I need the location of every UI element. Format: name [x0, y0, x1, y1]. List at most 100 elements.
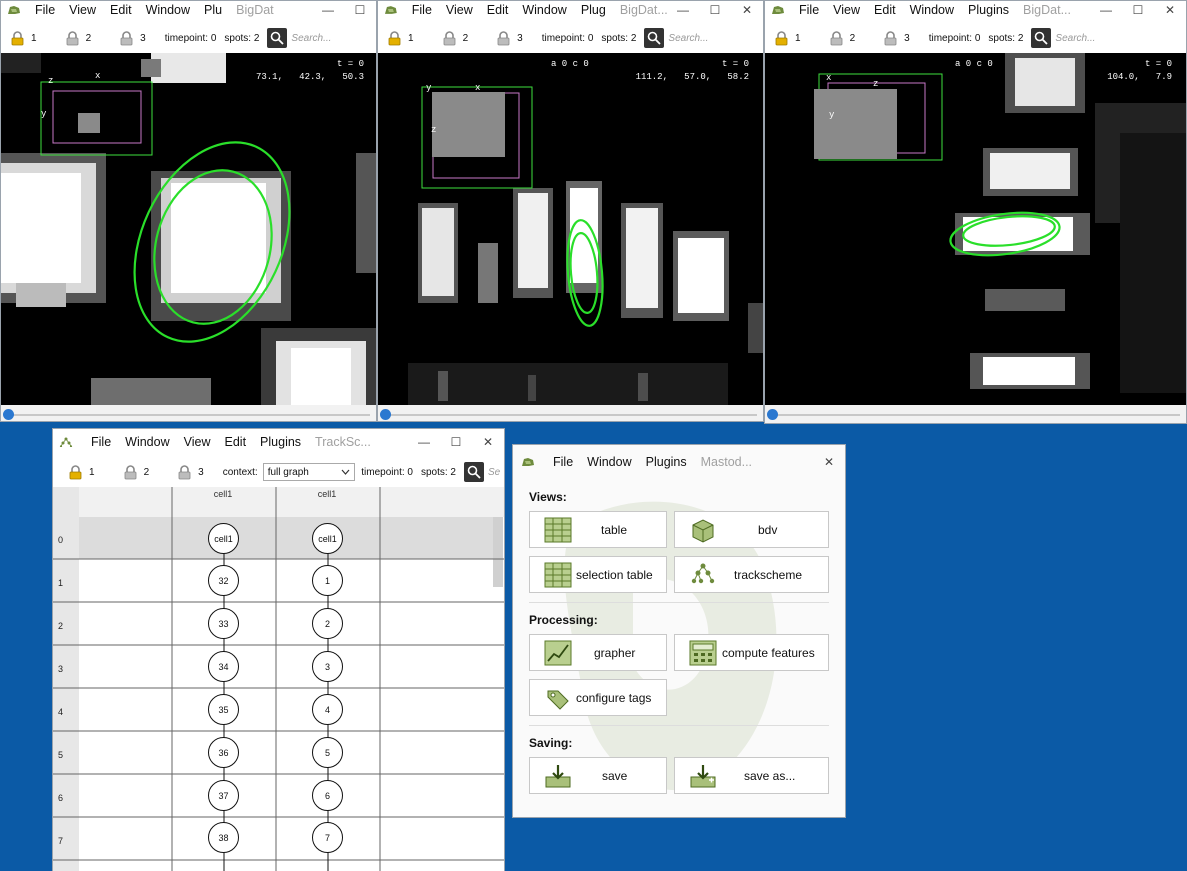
track-node[interactable]: 34 — [208, 651, 239, 682]
lock-1-button[interactable]: 1 — [10, 30, 37, 46]
lock-1-button[interactable]: 1 — [68, 464, 95, 480]
menu-edit[interactable]: Edit — [225, 435, 247, 449]
minimize-button[interactable]: — — [1090, 3, 1122, 17]
search-box[interactable] — [464, 462, 504, 482]
search-icon[interactable] — [464, 462, 484, 482]
menu-file[interactable]: File — [553, 455, 573, 469]
lock-1-button[interactable]: 1 — [774, 30, 801, 46]
menu-edit[interactable]: Edit — [874, 3, 896, 17]
lock-2-button[interactable]: 2 — [123, 464, 149, 480]
context-select[interactable]: full graph — [262, 463, 356, 481]
save-button[interactable]: save — [529, 757, 667, 794]
menu-file[interactable]: File — [799, 3, 819, 17]
save-button-label: save — [602, 769, 628, 783]
timepoint-label: timepoint: 0 — [164, 32, 217, 44]
minimize-button[interactable]: — — [408, 435, 440, 449]
menu-file[interactable]: File — [91, 435, 111, 449]
time-slider[interactable] — [1, 405, 376, 421]
track-node[interactable]: 6 — [312, 780, 343, 811]
lock-2-button[interactable]: 2 — [829, 30, 855, 46]
search-input[interactable] — [287, 31, 348, 45]
lock-3-button[interactable]: 3 — [177, 464, 204, 480]
menu-plugins[interactable]: Plugins — [646, 455, 687, 469]
track-node[interactable]: 32 — [208, 565, 239, 596]
bdv-button[interactable]: bdv — [674, 511, 829, 548]
table-button[interactable]: table — [529, 511, 667, 548]
search-box[interactable] — [644, 28, 725, 48]
lock-2-button[interactable]: 2 — [442, 30, 468, 46]
slider-knob[interactable] — [3, 409, 14, 420]
maximize-button[interactable]: ☐ — [1122, 3, 1154, 17]
lock-3-button[interactable]: 3 — [496, 30, 523, 46]
bdv-viewport[interactable]: x z y a 0 c 0 t = 0 104.0, 7.9 — [765, 53, 1186, 405]
search-box[interactable] — [267, 28, 348, 48]
track-node[interactable]: 37 — [208, 780, 239, 811]
bdv-viewport[interactable]: z x y t = 0 73.1, 42.3, 50.3 — [1, 53, 376, 405]
menu-edit[interactable]: Edit — [487, 3, 509, 17]
menu-window[interactable]: Window — [125, 435, 169, 449]
track-node[interactable]: cell1 — [312, 523, 343, 554]
close-button[interactable]: ✕ — [731, 3, 763, 17]
search-input[interactable] — [1051, 31, 1112, 45]
maximize-button[interactable]: ☐ — [699, 3, 731, 17]
axis-label: z — [431, 125, 437, 135]
grapher-button[interactable]: grapher — [529, 634, 667, 671]
track-node[interactable]: 5 — [312, 737, 343, 768]
track-node[interactable]: 33 — [208, 608, 239, 639]
maximize-button[interactable]: ☐ — [440, 435, 472, 449]
time-slider[interactable] — [378, 405, 763, 421]
search-icon[interactable] — [644, 28, 665, 48]
save-icon — [545, 765, 571, 788]
menu-window[interactable]: Window — [146, 3, 190, 17]
menu-window[interactable]: Window — [522, 3, 566, 17]
search-input[interactable] — [664, 31, 725, 45]
trackscheme-canvas[interactable]: cell1 cell1 0 1 2 3 4 5 6 7 cell1 32 33 … — [53, 487, 504, 871]
track-node[interactable]: 3 — [312, 651, 343, 682]
track-node[interactable]: 38 — [208, 822, 239, 853]
lock-2-button[interactable]: 2 — [65, 30, 91, 46]
menu-plugins[interactable]: Plugins — [968, 3, 1009, 17]
menu-plugins[interactable]: Plug — [581, 3, 606, 17]
search-input[interactable] — [484, 465, 504, 479]
menu-plugins[interactable]: Plugins — [260, 435, 301, 449]
lock-3-button[interactable]: 3 — [119, 30, 146, 46]
menu-edit[interactable]: Edit — [110, 3, 132, 17]
close-button[interactable]: ✕ — [813, 455, 845, 469]
track-node[interactable]: 4 — [312, 694, 343, 725]
maximize-button[interactable]: ☐ — [344, 3, 376, 17]
menu-view[interactable]: View — [833, 3, 860, 17]
menu-view[interactable]: View — [184, 435, 211, 449]
configure-tags-button[interactable]: configure tags — [529, 679, 667, 716]
menu-file[interactable]: File — [35, 3, 55, 17]
search-box[interactable] — [1031, 28, 1112, 48]
menu-plugins[interactable]: Plu — [204, 3, 222, 17]
menu-view[interactable]: View — [69, 3, 96, 17]
search-icon[interactable] — [267, 28, 288, 48]
menu-file[interactable]: File — [412, 3, 432, 17]
search-icon[interactable] — [1031, 28, 1052, 48]
menu-window[interactable]: Window — [910, 3, 954, 17]
minimize-button[interactable]: — — [312, 3, 344, 17]
slider-knob[interactable] — [767, 409, 778, 420]
trackscheme-button[interactable]: trackscheme — [674, 556, 829, 593]
time-slider[interactable] — [765, 405, 1186, 423]
menu-view[interactable]: View — [446, 3, 473, 17]
slider-knob[interactable] — [380, 409, 391, 420]
close-button[interactable]: ✕ — [472, 435, 504, 449]
minimize-button[interactable]: — — [667, 3, 699, 17]
bdv-viewport[interactable]: y x z a 0 c 0 t = 0 111.2, 57.0, 58.2 — [378, 53, 763, 405]
close-button[interactable]: ✕ — [1154, 3, 1186, 17]
save-as-button-label: save as... — [744, 769, 796, 783]
menu-window[interactable]: Window — [587, 455, 631, 469]
track-node[interactable]: 1 — [312, 565, 343, 596]
selection-table-button[interactable]: selection table — [529, 556, 667, 593]
lock-1-button[interactable]: 1 — [387, 30, 414, 46]
track-node[interactable]: 35 — [208, 694, 239, 725]
track-node[interactable]: 36 — [208, 737, 239, 768]
track-node[interactable]: 2 — [312, 608, 343, 639]
track-node[interactable]: 7 — [312, 822, 343, 853]
compute-features-button[interactable]: compute features — [674, 634, 829, 671]
save-as-button[interactable]: save as... — [674, 757, 829, 794]
lock-3-button[interactable]: 3 — [883, 30, 910, 46]
track-node[interactable]: cell1 — [208, 523, 239, 554]
